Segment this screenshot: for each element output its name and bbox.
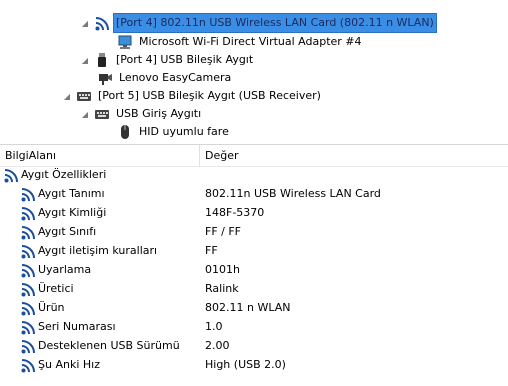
keyboard-icon [76,88,92,104]
wifi-icon [21,282,36,297]
tree-node-label: USB Giriş Aygıtı [116,107,202,120]
property-value: 802.11 n WLAN [205,301,291,314]
column-header-value[interactable]: Değer [205,149,239,162]
tree-node-label: [Port 5] USB Bileşik Aygıt (USB Receiver… [98,89,321,102]
tree-node-label: [Port 4] USB Bileşik Aygıt [116,53,254,66]
property-grid: Aygıt Özellikleri Aygıt Tanımı 802.11n US… [0,166,508,375]
property-row[interactable]: Ürün 802.11 n WLAN [0,299,508,318]
tree-node-hid-mouse[interactable]: HID uyumlu fare [117,123,231,141]
wifi-icon [21,206,36,221]
tree-node-easycamera[interactable]: Lenovo EasyCamera [97,69,233,87]
property-name: Üretici [38,282,74,295]
property-name: Aygıt Sınıfı [38,225,97,238]
tree-node-label: Microsoft Wi-Fi Direct Virtual Adapter #… [139,35,362,48]
tree-node-label: HID uyumlu fare [139,125,229,138]
property-value: 0101h [205,263,240,276]
wifi-icon [4,168,19,183]
mouse-icon [117,124,133,140]
property-row[interactable]: Üretici Ralink [0,280,508,299]
group-label: Aygıt Özellikleri [21,168,107,181]
property-row[interactable]: Şu Anki Hız High (USB 2.0) [0,356,508,375]
property-name: Uyarlama [38,263,92,276]
property-value: 148F-5370 [205,206,265,219]
wifi-icon [21,301,36,316]
property-row[interactable]: Aygıt Sınıfı FF / FF [0,223,508,242]
collapse-arrow-icon[interactable]: ◢ [62,92,72,101]
collapse-arrow-icon[interactable]: ◢ [80,110,90,119]
property-name: Aygıt iletişim kuralları [38,244,158,257]
tree-node-wifi-direct-adapter[interactable]: Microsoft Wi-Fi Direct Virtual Adapter #… [117,33,364,51]
tree-node-usb-composite-4[interactable]: ◢ [Port 4] USB Bileşik Aygıt [80,51,255,69]
property-row[interactable]: Aygıt iletişim kuralları FF [0,242,508,261]
collapse-arrow-icon[interactable]: ◢ [80,56,90,65]
property-row[interactable]: Aygıt Tanımı 802.11n USB Wireless LAN Car… [0,185,508,204]
tree-node-label: Lenovo EasyCamera [119,71,232,84]
property-name: Ürün [38,301,65,314]
property-value: 2.00 [205,339,230,352]
wifi-icon [21,358,36,373]
device-tree: ◢ [Port 4] 802.11n USB Wireless LAN Card… [0,0,508,140]
property-value: FF / FF [205,225,242,238]
column-resize-handle[interactable] [199,145,200,166]
usb-stick-icon [94,52,110,68]
tree-node-label: [Port 4] 802.11n USB Wireless LAN Card (… [113,13,437,33]
property-name: Şu Anki Hız [38,358,100,371]
network-adapter-icon [117,34,133,50]
tree-node-usb-input-device[interactable]: ◢ USB Giriş Aygıtı [80,105,203,123]
property-value: Ralink [205,282,239,295]
tree-node-usb-composite-5[interactable]: ◢ [Port 5] USB Bileşik Aygıt (USB Receiv… [62,87,323,105]
tree-node-wireless-lan-card[interactable]: ◢ [Port 4] 802.11n USB Wireless LAN Card… [80,13,437,33]
wifi-icon [21,339,36,354]
property-value: 1.0 [205,320,223,333]
property-value: FF [205,244,218,257]
property-name: Desteklenen USB Sürümü [38,339,180,352]
property-name: Seri Numarası [38,320,116,333]
wifi-icon [21,187,36,202]
wifi-icon [21,225,36,240]
group-row[interactable]: Aygıt Özellikleri [0,166,508,185]
column-header-field[interactable]: BilgiAlanı [5,149,56,162]
property-value: High (USB 2.0) [205,358,286,371]
wifi-icon [94,15,110,31]
property-row[interactable]: Seri Numarası 1.0 [0,318,508,337]
property-name: Aygıt Kimliği [38,206,107,219]
wifi-icon [21,320,36,335]
property-row[interactable]: Uyarlama 0101h [0,261,508,280]
wifi-icon [21,263,36,278]
collapse-arrow-icon[interactable]: ◢ [80,19,90,28]
property-grid-header: BilgiAlanı Değer [0,144,508,167]
property-row[interactable]: Desteklenen USB Sürümü 2.00 [0,337,508,356]
property-name: Aygıt Tanımı [38,187,105,200]
keyboard-icon [94,106,110,122]
property-value: 802.11n USB Wireless LAN Card [205,187,381,200]
camera-icon [97,70,113,86]
wifi-icon [21,244,36,259]
property-row[interactable]: Aygıt Kimliği 148F-5370 [0,204,508,223]
